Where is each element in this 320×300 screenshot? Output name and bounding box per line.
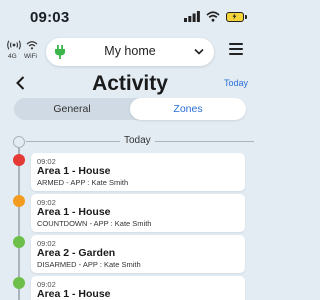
event-area-name: Area 1 - House — [37, 206, 111, 218]
tab-general[interactable]: General — [14, 98, 130, 120]
event-area-name: Area 2 - Garden — [37, 247, 116, 259]
menu-icon[interactable] — [229, 43, 243, 55]
activity-event-card[interactable]: 09:02 Area 1 - House — [31, 276, 245, 300]
status-bar: 09:03 — [0, 0, 260, 34]
status-icons — [184, 11, 247, 22]
event-detail: ARMED - APP : Kate Smith — [37, 178, 129, 187]
wifi-small-icon — [26, 41, 38, 50]
event-status-dot — [13, 154, 25, 166]
today-link[interactable]: Today — [224, 78, 248, 88]
connectivity-indicator: 4G WiFi — [7, 40, 49, 62]
status-time: 09:03 — [30, 9, 70, 26]
event-status-dot — [13, 195, 25, 207]
wifi-icon — [206, 11, 220, 22]
day-label: Today — [120, 135, 155, 146]
signal-waves-icon — [7, 40, 21, 50]
activity-event-card[interactable]: 09:02 Area 1 - House COUNTDOWN - APP : K… — [31, 194, 245, 232]
activity-event-card[interactable]: 09:02 Area 1 - House ARMED - APP : Kate … — [31, 153, 245, 191]
home-selector[interactable]: My home — [46, 38, 214, 66]
battery-icon — [226, 11, 247, 22]
chevron-down-icon — [194, 48, 204, 55]
event-area-name: Area 1 - House — [37, 288, 111, 300]
tab-zones[interactable]: Zones — [130, 98, 246, 120]
tab-bar: General Zones — [14, 98, 246, 120]
event-status-dot — [13, 277, 25, 289]
activity-event-card[interactable]: 09:02 Area 2 - Garden DISARMED - APP : K… — [31, 235, 245, 273]
event-detail: DISARMED - APP : Kate Smith — [37, 260, 141, 269]
event-detail: COUNTDOWN - APP : Kate Smith — [37, 219, 152, 228]
home-name: My home — [104, 44, 156, 58]
timeline-start-marker — [13, 136, 25, 148]
page-title: Activity — [92, 72, 168, 95]
wifi-label: WiFi — [24, 53, 37, 60]
signal-icon — [184, 11, 200, 22]
signal-label: 4G — [8, 53, 17, 60]
event-area-name: Area 1 - House — [37, 165, 111, 177]
event-status-dot — [13, 236, 25, 248]
